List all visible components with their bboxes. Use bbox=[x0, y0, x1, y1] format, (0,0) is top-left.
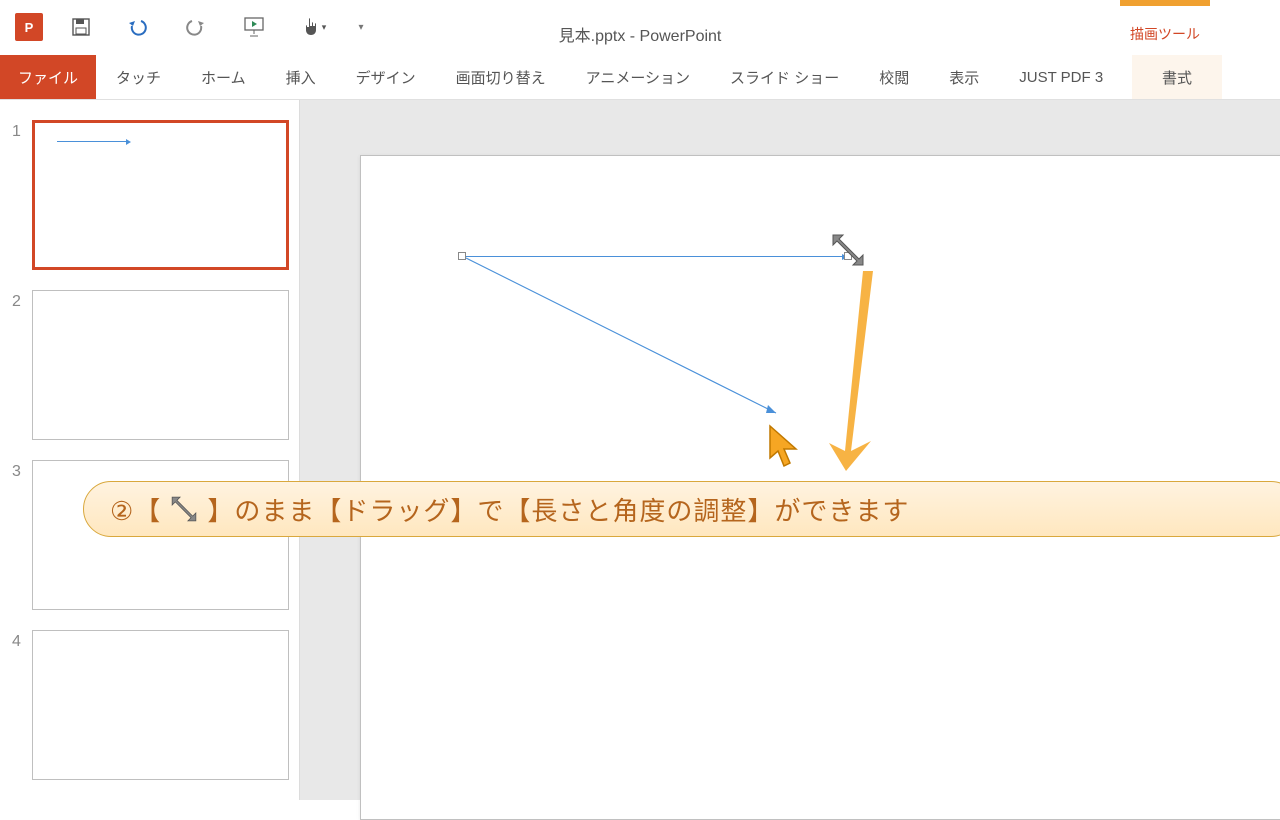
qat-customize-button[interactable]: ▾ bbox=[351, 12, 371, 42]
undo-button[interactable] bbox=[119, 12, 159, 42]
tab-justpdf3[interactable]: JUST PDF 3 bbox=[999, 55, 1123, 99]
tab-format[interactable]: 書式 bbox=[1132, 55, 1222, 99]
tab-transition[interactable]: 画面切り替え bbox=[436, 55, 566, 99]
thumbnail-row[interactable]: 4 bbox=[12, 630, 289, 780]
slide-thumbnail-panel[interactable]: 1 2 3 4 bbox=[0, 100, 300, 800]
tool-tab-label: 描画ツール bbox=[1130, 6, 1200, 44]
slide-thumbnail-1[interactable] bbox=[32, 120, 289, 270]
save-button[interactable] bbox=[61, 12, 101, 42]
thumb-arrow-shape bbox=[57, 141, 127, 142]
tab-review[interactable]: 校閲 bbox=[859, 55, 929, 99]
arrow-shape-diagonal-preview bbox=[466, 258, 796, 423]
guide-arrow-icon bbox=[821, 271, 881, 474]
slide-canvas-area[interactable]: ②【 】のまま【ドラッグ】で【長さと角度の調整】ができます bbox=[300, 100, 1280, 800]
slide-canvas[interactable]: ②【 】のまま【ドラッグ】で【長さと角度の調整】ができます bbox=[360, 155, 1280, 820]
tab-label: 画面切り替え bbox=[456, 67, 546, 88]
tab-slideshow[interactable]: スライド ショー bbox=[710, 55, 859, 99]
annotation-prefix: ②【 bbox=[110, 491, 161, 528]
tab-label: スライド ショー bbox=[730, 67, 839, 88]
resize-diagonal-cursor-icon bbox=[829, 231, 867, 272]
arrow-shape-horizontal[interactable] bbox=[463, 256, 843, 257]
mouse-pointer-icon bbox=[766, 424, 806, 475]
tab-file-label: ファイル bbox=[18, 67, 78, 88]
redo-button[interactable] bbox=[177, 12, 217, 42]
tab-label: アニメーション bbox=[586, 67, 690, 88]
touch-mode-button[interactable]: ▾ bbox=[293, 12, 333, 42]
tab-label: JUST PDF 3 bbox=[1019, 69, 1103, 86]
slideshow-button[interactable] bbox=[235, 12, 275, 42]
tab-label: 挿入 bbox=[286, 67, 316, 88]
tab-insert[interactable]: 挿入 bbox=[266, 55, 336, 99]
tab-view[interactable]: 表示 bbox=[929, 55, 999, 99]
thumbnail-row[interactable]: 2 bbox=[12, 290, 289, 440]
resize-diagonal-cursor-icon bbox=[167, 494, 201, 524]
tab-design[interactable]: デザイン bbox=[336, 55, 436, 99]
thumbnail-number: 1 bbox=[12, 120, 32, 270]
main-area: 1 2 3 4 bbox=[0, 100, 1280, 800]
thumbnail-row[interactable]: 1 bbox=[12, 120, 289, 270]
powerpoint-app-icon: P bbox=[15, 13, 43, 41]
title-bar: P ▾ ▾ 見本.pptx - PowerPoint 描画ツール bbox=[0, 0, 1280, 55]
slide-thumbnail-4[interactable] bbox=[32, 630, 289, 780]
tab-file[interactable]: ファイル bbox=[0, 55, 96, 99]
annotation-text: 】のまま【ドラッグ】で【長さと角度の調整】ができます bbox=[207, 491, 909, 528]
resize-handle-left[interactable] bbox=[458, 252, 466, 260]
tab-animation[interactable]: アニメーション bbox=[566, 55, 710, 99]
annotation-callout: ②【 】のまま【ドラッグ】で【長さと角度の調整】ができます bbox=[83, 481, 1280, 537]
tab-home[interactable]: ホーム bbox=[181, 55, 266, 99]
tab-label: 表示 bbox=[949, 67, 979, 88]
thumbnail-number: 4 bbox=[12, 630, 32, 780]
tab-touch[interactable]: タッチ bbox=[96, 55, 181, 99]
tab-label: タッチ bbox=[116, 67, 161, 88]
contextual-tool-tab: 描画ツール bbox=[1120, 0, 1210, 44]
thumbnail-number: 3 bbox=[12, 460, 32, 610]
tab-label: 書式 bbox=[1162, 67, 1192, 88]
slide-thumbnail-2[interactable] bbox=[32, 290, 289, 440]
tab-label: 校閲 bbox=[879, 67, 909, 88]
window-title: 見本.pptx - PowerPoint bbox=[559, 22, 722, 46]
quick-access-toolbar: P ▾ ▾ bbox=[15, 12, 371, 42]
app-icon-label: P bbox=[25, 20, 34, 35]
tab-label: ホーム bbox=[201, 67, 246, 88]
thumbnail-number: 2 bbox=[12, 290, 32, 440]
tab-label: デザイン bbox=[356, 67, 416, 88]
ribbon-tabs: ファイル タッチ ホーム 挿入 デザイン 画面切り替え アニメーション スライド… bbox=[0, 55, 1280, 100]
